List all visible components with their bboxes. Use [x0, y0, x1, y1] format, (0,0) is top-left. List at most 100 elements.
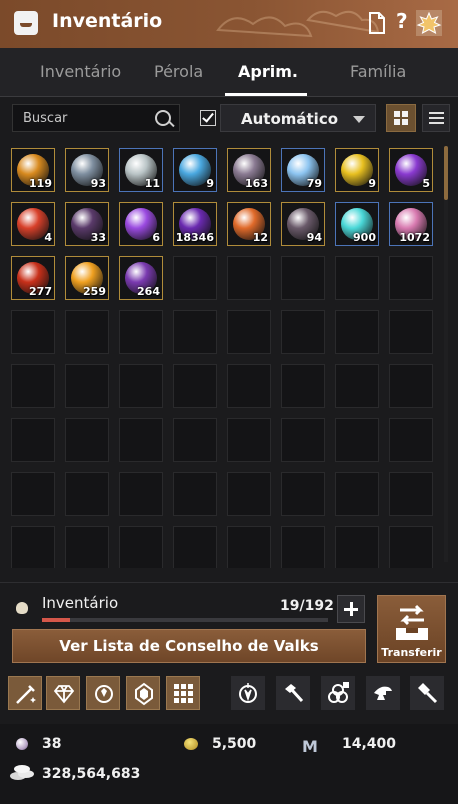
empty-slot[interactable]: [173, 472, 217, 516]
cloud-decoration: [216, 10, 380, 38]
document-icon[interactable]: [368, 12, 386, 34]
empty-slot[interactable]: [389, 526, 433, 568]
silver-icon: [10, 765, 34, 780]
empty-slot[interactable]: [227, 364, 271, 408]
empty-slot[interactable]: [173, 310, 217, 354]
item-slot[interactable]: 1072: [389, 202, 433, 246]
valks-advice-list-button[interactable]: Ver Lista de Conselho de Valks: [12, 629, 366, 663]
sparkle-sword-icon[interactable]: [8, 676, 42, 710]
item-slot[interactable]: 5: [389, 148, 433, 192]
item-slot[interactable]: 94: [281, 202, 325, 246]
empty-slot[interactable]: [389, 310, 433, 354]
item-slot[interactable]: 11: [119, 148, 163, 192]
search-icon[interactable]: [155, 110, 171, 126]
item-slot[interactable]: 4: [11, 202, 55, 246]
item-slot[interactable]: 12: [227, 202, 271, 246]
diamond-icon[interactable]: [46, 676, 80, 710]
empty-slot[interactable]: [119, 310, 163, 354]
settings-icon[interactable]: [416, 10, 442, 36]
item-slot[interactable]: 9: [173, 148, 217, 192]
smithing-hammer-icon[interactable]: [410, 676, 444, 710]
item-slot[interactable]: 9: [335, 148, 379, 192]
list-view-button[interactable]: [422, 104, 450, 132]
scrollbar-track[interactable]: [444, 146, 448, 562]
scrollbar-thumb[interactable]: [444, 146, 448, 200]
empty-slot[interactable]: [11, 526, 55, 568]
item-quantity: 900: [353, 231, 376, 244]
empty-slot[interactable]: [65, 418, 109, 462]
empty-slot[interactable]: [281, 418, 325, 462]
anvil-icon[interactable]: [366, 676, 400, 710]
item-slot[interactable]: 18346: [173, 202, 217, 246]
empty-slot[interactable]: [173, 364, 217, 408]
empty-slot[interactable]: [335, 256, 379, 300]
empty-slot[interactable]: [335, 310, 379, 354]
tab-perola[interactable]: Pérola: [154, 62, 203, 81]
empty-slot[interactable]: [65, 526, 109, 568]
empty-slot[interactable]: [335, 526, 379, 568]
auto-sort-checkbox[interactable]: [200, 110, 216, 126]
item-slot[interactable]: 264: [119, 256, 163, 300]
empty-slot[interactable]: [119, 472, 163, 516]
empty-slot[interactable]: [11, 364, 55, 408]
empty-slot[interactable]: [281, 364, 325, 408]
empty-slot[interactable]: [281, 472, 325, 516]
help-icon[interactable]: ?: [396, 10, 408, 32]
grid-view-button[interactable]: [386, 104, 416, 132]
expand-inventory-button[interactable]: [337, 595, 365, 623]
empty-slot[interactable]: [227, 472, 271, 516]
empty-slot[interactable]: [11, 418, 55, 462]
empty-slot[interactable]: [281, 310, 325, 354]
empty-slot[interactable]: [173, 418, 217, 462]
tab-inventario[interactable]: Inventário: [40, 62, 121, 81]
empty-slot[interactable]: [389, 364, 433, 408]
empty-slot[interactable]: [173, 256, 217, 300]
empty-slot[interactable]: [227, 256, 271, 300]
item-slot[interactable]: 79: [281, 148, 325, 192]
empty-slot[interactable]: [65, 364, 109, 408]
empty-slot[interactable]: [173, 526, 217, 568]
empty-slot[interactable]: [281, 526, 325, 568]
empty-slot[interactable]: [11, 310, 55, 354]
swirl-icon[interactable]: [321, 676, 355, 710]
transfer-icon: [396, 604, 428, 640]
empty-slot[interactable]: [281, 256, 325, 300]
empty-slot[interactable]: [389, 418, 433, 462]
grid-pattern-icon[interactable]: [166, 676, 200, 710]
tab-familia[interactable]: Família: [350, 62, 406, 81]
transfer-label: Transferir: [381, 646, 442, 659]
valks-button-label: Ver Lista de Conselho de Valks: [59, 637, 319, 655]
item-slot[interactable]: 119: [11, 148, 55, 192]
empty-slot[interactable]: [389, 256, 433, 300]
empty-slot[interactable]: [11, 472, 55, 516]
item-slot[interactable]: 6: [119, 202, 163, 246]
crystal-box-icon[interactable]: [126, 676, 160, 710]
empty-slot[interactable]: [227, 526, 271, 568]
empty-slot[interactable]: [227, 310, 271, 354]
transfer-button[interactable]: Transferir: [377, 595, 446, 663]
compass-icon[interactable]: [231, 676, 265, 710]
cycle-stone-icon[interactable]: [86, 676, 120, 710]
item-slot[interactable]: 259: [65, 256, 109, 300]
hammer-icon[interactable]: [276, 676, 310, 710]
item-slot[interactable]: 163: [227, 148, 271, 192]
empty-slot[interactable]: [227, 418, 271, 462]
item-quantity: 6: [152, 231, 160, 244]
item-slot[interactable]: 93: [65, 148, 109, 192]
item-slot[interactable]: 33: [65, 202, 109, 246]
empty-slot[interactable]: [119, 364, 163, 408]
search-input[interactable]: Buscar: [12, 104, 180, 132]
empty-slot[interactable]: [335, 472, 379, 516]
empty-slot[interactable]: [65, 472, 109, 516]
item-slot[interactable]: 900: [335, 202, 379, 246]
empty-slot[interactable]: [65, 310, 109, 354]
tab-aprim[interactable]: Aprim.: [238, 62, 298, 81]
empty-slot[interactable]: [119, 418, 163, 462]
chevron-down-icon: [353, 116, 365, 123]
sort-mode-select[interactable]: Automático: [220, 104, 376, 132]
empty-slot[interactable]: [389, 472, 433, 516]
empty-slot[interactable]: [335, 418, 379, 462]
item-slot[interactable]: 277: [11, 256, 55, 300]
empty-slot[interactable]: [335, 364, 379, 408]
empty-slot[interactable]: [119, 526, 163, 568]
